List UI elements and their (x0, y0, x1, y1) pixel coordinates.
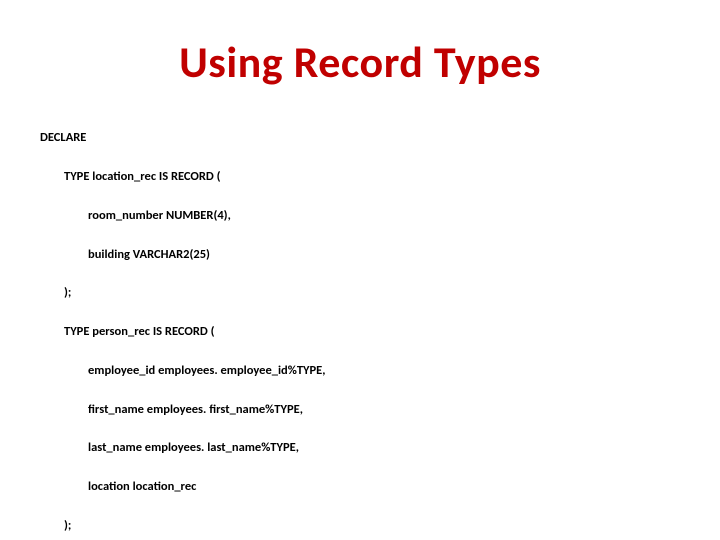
code-line: room_number NUMBER(4), (40, 206, 680, 225)
code-block: DECLARE TYPE location_rec IS RECORD ( ro… (40, 109, 680, 540)
code-line: location location_rec (40, 477, 680, 496)
code-line: TYPE location_rec IS RECORD ( (40, 167, 680, 186)
code-line: ); (40, 283, 680, 302)
code-line: ); (40, 516, 680, 535)
code-line: DECLARE (40, 128, 680, 147)
code-line: last_name employees. last_name%TYPE, (40, 438, 680, 457)
slide-title: Using Record Types (40, 35, 680, 89)
slide: Using Record Types DECLARE TYPE location… (0, 0, 720, 540)
code-line: building VARCHAR2(25) (40, 245, 680, 264)
code-line: TYPE person_rec IS RECORD ( (40, 322, 680, 341)
code-line: first_name employees. first_name%TYPE, (40, 400, 680, 419)
code-line: employee_id employees. employee_id%TYPE, (40, 361, 680, 380)
